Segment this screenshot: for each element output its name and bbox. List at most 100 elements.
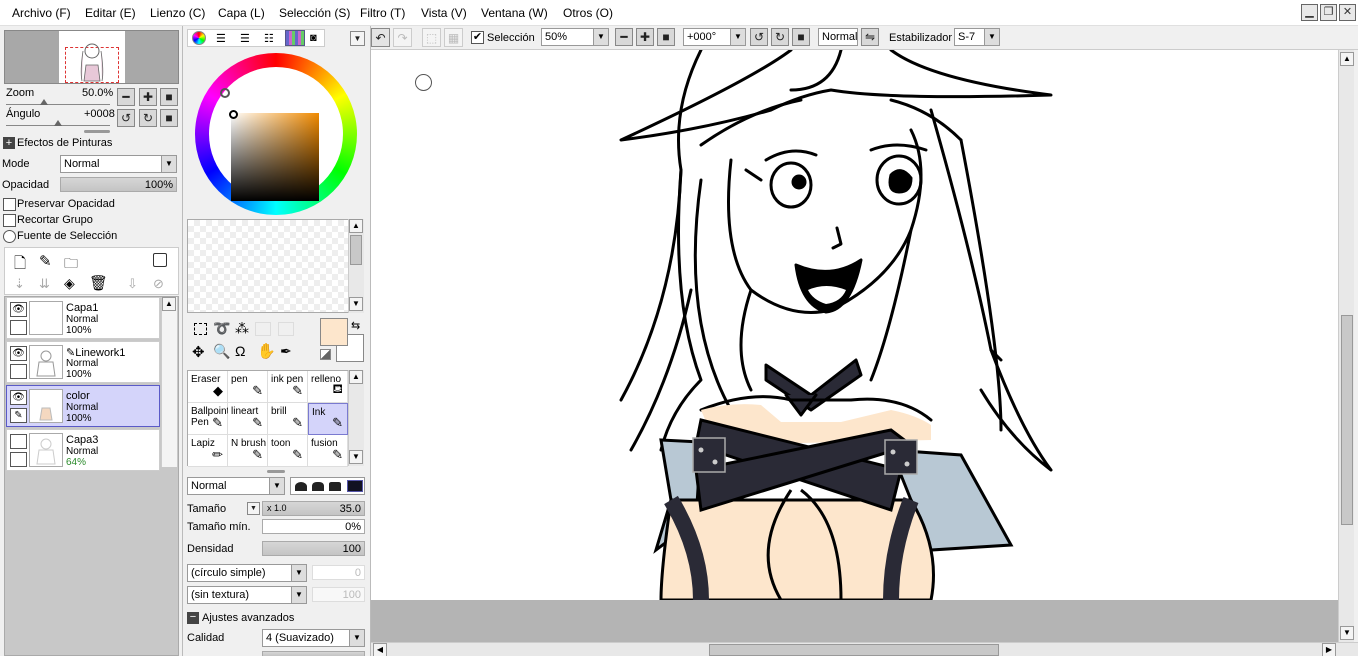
size-slider[interactable]: x 1.0 35.0 xyxy=(262,501,365,516)
deselect-button[interactable]: ⬚ xyxy=(422,28,441,47)
density-slider[interactable]: 100 xyxy=(262,541,365,556)
menu-capa[interactable]: Capa (L) xyxy=(218,6,265,20)
panel-menu-button[interactable]: ▼ xyxy=(350,31,365,46)
zoom-out-button[interactable]: ━ xyxy=(117,88,135,106)
hsv-sliders-icon[interactable]: ☰ xyxy=(240,32,250,45)
tool-brill[interactable]: brill ✎ xyxy=(268,403,308,435)
flip-horizontal-button[interactable]: ⇋ xyxy=(861,28,879,46)
layer-mask-icon[interactable] xyxy=(153,253,167,267)
brush-shape-picker[interactable] xyxy=(290,477,365,495)
vertical-scroll-thumb[interactable] xyxy=(1341,315,1353,525)
swap-colors-icon[interactable]: ⇆ xyxy=(351,319,360,332)
collapse-icon[interactable]: − xyxy=(187,612,199,624)
scroll-down-icon[interactable]: ▼ xyxy=(349,450,363,464)
layer-item[interactable]: 👁 Capa1 Normal 100% xyxy=(6,297,160,339)
shape-strength-slider[interactable]: 0 xyxy=(312,565,365,580)
tool-toon[interactable]: toon ✎ xyxy=(268,435,308,467)
view-mode-select[interactable]: Normal xyxy=(818,28,858,46)
hard-edge-icon[interactable] xyxy=(295,482,307,491)
scroll-thumb[interactable] xyxy=(350,235,362,265)
scroll-left-icon[interactable]: ◀ xyxy=(373,643,387,656)
toolbar-zoom-out-button[interactable]: ━ xyxy=(615,28,633,46)
transfer-down-icon[interactable]: ⇣ xyxy=(14,276,25,292)
layer-visibility-toggle[interactable] xyxy=(10,434,27,449)
size-multiplier-button[interactable]: ▼ xyxy=(247,502,260,515)
navigator-preview[interactable] xyxy=(4,30,179,84)
eyedropper-icon[interactable]: ✒ xyxy=(280,343,292,360)
brush-icon[interactable]: ✎ xyxy=(10,408,27,423)
angle-slider[interactable] xyxy=(6,120,110,126)
rotate-reset-button[interactable]: ■ xyxy=(160,109,178,127)
menu-filtro[interactable]: Filtro (T) xyxy=(360,6,405,20)
menu-ventana[interactable]: Ventana (W) xyxy=(481,6,548,20)
lasso-icon[interactable]: ➰ xyxy=(213,320,230,337)
menu-archivo[interactable]: Archivo (F) xyxy=(12,6,71,20)
swatches-icon[interactable] xyxy=(285,30,305,46)
layer-opacity-slider[interactable]: 100% xyxy=(60,177,177,192)
texture-strength-slider[interactable]: 100 xyxy=(312,587,365,602)
swatch-scrollbar[interactable]: ▲ ▼ xyxy=(348,219,364,313)
toolbar-zoom-reset-button[interactable]: ■ xyxy=(657,28,675,46)
tool-pen[interactable]: pen ✎ xyxy=(228,371,268,403)
scroll-right-icon[interactable]: ▶ xyxy=(1322,643,1336,656)
menu-otros[interactable]: Otros (O) xyxy=(563,6,613,20)
new-linework-layer-icon[interactable]: ✎ xyxy=(39,252,52,270)
toolbar-zoom-in-button[interactable]: ✚ xyxy=(636,28,654,46)
selection-source-radio[interactable] xyxy=(3,230,16,243)
eye-icon[interactable]: 👁 xyxy=(10,346,27,361)
menu-editar[interactable]: Editar (E) xyxy=(85,6,136,20)
toolbar-rotate-right-button[interactable]: ↻ xyxy=(771,28,789,46)
move-icon[interactable]: ✥ xyxy=(192,343,205,361)
menu-seleccion[interactable]: Selección (S) xyxy=(279,6,350,20)
brush-shape-select[interactable]: (círculo simple) ▼ xyxy=(187,564,307,582)
eye-icon[interactable]: 👁 xyxy=(10,390,27,405)
layer-lock-toggle[interactable] xyxy=(10,452,27,467)
select-eraser-icon[interactable] xyxy=(278,322,294,336)
tool-n-brush[interactable]: N brush ✎ xyxy=(228,435,268,467)
merge-down-icon[interactable]: ⇊ xyxy=(39,276,50,292)
zoom-select[interactable]: 50% ▼ xyxy=(541,28,609,46)
tool-grid-scrollbar[interactable]: ▲ ▼ xyxy=(348,370,364,466)
selection-checkbox[interactable]: ✔ xyxy=(471,31,484,44)
edge-hardness-slider[interactable] xyxy=(262,651,365,656)
magic-wand-icon[interactable]: ⁂ xyxy=(235,320,249,337)
zoom-in-button[interactable]: ✚ xyxy=(139,88,157,106)
scroll-up-icon[interactable]: ▲ xyxy=(349,370,363,384)
rgb-sliders-icon[interactable]: ☰ xyxy=(216,32,226,45)
square-edge-icon[interactable] xyxy=(347,480,363,492)
canvas-horizontal-scrollbar[interactable]: ◀ ▶ xyxy=(371,642,1358,656)
quality-select[interactable]: 4 (Suavizado) ▼ xyxy=(262,629,365,647)
medium-edge-icon[interactable] xyxy=(312,482,324,491)
minimize-button[interactable]: ▁ xyxy=(1301,4,1318,21)
scroll-up-icon[interactable]: ▲ xyxy=(162,297,176,311)
clear-layer-icon[interactable]: ◈ xyxy=(64,275,75,292)
close-button[interactable]: ✕ xyxy=(1339,4,1356,21)
hue-cursor[interactable] xyxy=(220,88,230,98)
tool-fusion[interactable]: fusion ✎ xyxy=(308,435,348,467)
zoom-reset-button[interactable]: ■ xyxy=(160,88,178,106)
clip-group-checkbox[interactable] xyxy=(3,214,16,227)
zoom-icon[interactable]: 🔍 xyxy=(213,343,230,360)
zoom-slider-handle[interactable] xyxy=(40,99,48,105)
hand-icon[interactable]: ✋ xyxy=(257,342,276,360)
zoom-slider[interactable] xyxy=(6,99,110,105)
tool-ballpoint-pen[interactable]: Ballpoint Pen ✎ xyxy=(188,403,229,435)
preserve-opacity-checkbox[interactable] xyxy=(3,198,16,211)
tool-lineart[interactable]: lineart ✎ xyxy=(228,403,268,435)
scroll-down-icon[interactable]: ▼ xyxy=(349,297,363,311)
eye-icon[interactable]: 👁 xyxy=(10,302,27,317)
invert-selection-button[interactable]: ▦ xyxy=(444,28,463,47)
delete-layer-icon[interactable]: 🗑 xyxy=(89,274,108,292)
layer-lock-toggle[interactable] xyxy=(10,320,27,335)
default-colors-icon[interactable] xyxy=(320,349,331,360)
canvas-vertical-scrollbar[interactable]: ▲ ▼ xyxy=(1338,50,1354,642)
apply-mask-icon[interactable]: ⇩ xyxy=(127,276,138,292)
tool-relleno[interactable]: relleno ⛾ xyxy=(308,371,348,403)
layer-item[interactable]: 👁 ✎Linework1 Normal 100% xyxy=(6,341,160,383)
min-size-slider[interactable]: 0% xyxy=(262,519,365,534)
tool-lapiz[interactable]: Lapiz ✏ xyxy=(188,435,228,467)
brush-texture-select[interactable]: (sin textura) ▼ xyxy=(187,586,307,604)
canvas[interactable] xyxy=(371,50,1338,600)
undo-button[interactable]: ↶ xyxy=(371,28,390,47)
new-layer-icon[interactable]: 🗋 xyxy=(14,253,26,278)
